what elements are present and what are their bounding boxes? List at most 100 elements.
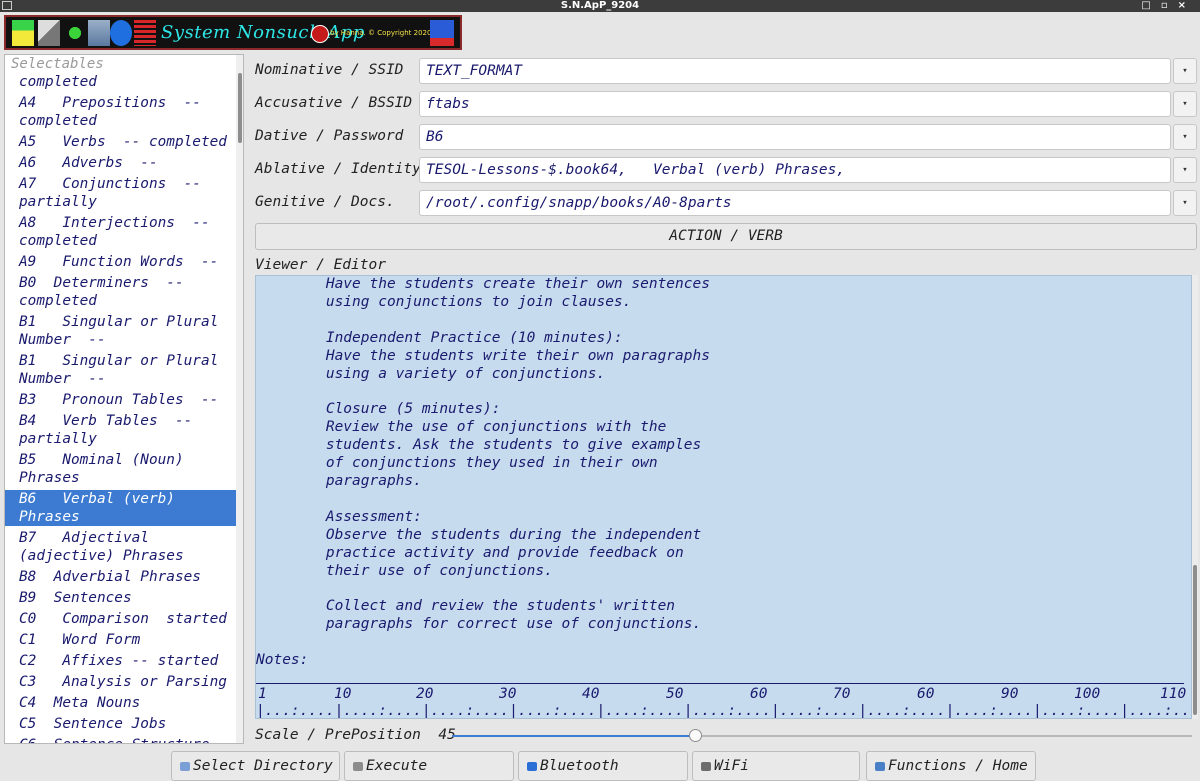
viewer-editor[interactable]: Have the students create their own sente… bbox=[255, 275, 1192, 719]
action-verb-button[interactable]: ACTION / VERB bbox=[255, 223, 1197, 250]
wifi-icon bbox=[701, 762, 711, 771]
field-label: Dative / Password bbox=[255, 128, 404, 144]
ruler-numbers: 1 10 20 30 40 50 60 70 60 90 100 110 bbox=[256, 686, 1191, 702]
wifi-button[interactable]: WiFi bbox=[692, 751, 860, 781]
chevron-down-icon[interactable]: ▾ bbox=[1173, 58, 1197, 84]
window-controls[interactable]: □▫× bbox=[1141, 0, 1196, 12]
sidebar-item[interactable]: B5 Nominal (Noun) Phrases bbox=[5, 451, 237, 487]
sidebar-item[interactable]: C6 Sentence Structure bbox=[5, 736, 237, 743]
form-row: Nominative / SSID TEXT_FORMAT ▾ bbox=[255, 58, 1197, 84]
app-banner: System Nonsuch App by Hanna. © Copyright… bbox=[4, 15, 462, 50]
viewer-label: Viewer / Editor bbox=[255, 257, 386, 273]
chevron-down-icon[interactable]: ▾ bbox=[1173, 157, 1197, 183]
ruler-number: 60 bbox=[750, 686, 768, 702]
sidebar-item[interactable]: B6 Verbal (verb) Phrases bbox=[5, 490, 237, 526]
bluetooth-icon bbox=[527, 762, 537, 771]
sidebar-item[interactable]: C2 Affixes -- started bbox=[5, 652, 237, 670]
sidebar-item[interactable]: B0 Determiners -- completed bbox=[5, 274, 237, 310]
ruler-number: 70 bbox=[833, 686, 851, 702]
field-combobox[interactable]: B6 bbox=[419, 124, 1171, 150]
ruler-number: 20 bbox=[416, 686, 434, 702]
execute-button[interactable]: Execute bbox=[344, 751, 514, 781]
scale-label-text: Scale / PrePosition bbox=[255, 727, 421, 743]
window-title: S.N.ApP_9204 bbox=[560, 0, 640, 11]
field-combobox[interactable]: TEXT_FORMAT bbox=[419, 58, 1171, 84]
sidebar-item[interactable]: A6 Adverbs -- bbox=[5, 154, 237, 172]
button-label: Functions / Home bbox=[888, 758, 1028, 774]
ruler-line bbox=[256, 683, 1184, 684]
sidebar-item[interactable]: C1 Word Form bbox=[5, 631, 237, 649]
scale-slider-handle[interactable] bbox=[689, 729, 703, 742]
usb-icon[interactable] bbox=[64, 20, 86, 46]
selectables-header: Selectables bbox=[11, 56, 104, 72]
terminal-icon bbox=[353, 762, 363, 771]
sidebar-item[interactable]: A8 Interjections -- completed bbox=[5, 214, 237, 250]
field-label: Genitive / Docs. bbox=[255, 194, 395, 210]
sidebar-scroll-thumb[interactable] bbox=[238, 73, 242, 143]
sidebar-item[interactable]: B1 Singular or Plural Number -- bbox=[5, 352, 237, 388]
functions-home-button[interactable]: Functions / Home bbox=[866, 751, 1036, 781]
form-row: Ablative / Identity TESOL-Lessons-$.book6… bbox=[255, 157, 1197, 183]
sidebar-item[interactable]: A7 Conjunctions -- partially bbox=[5, 175, 237, 211]
tools-icon[interactable] bbox=[38, 20, 60, 46]
field-combobox[interactable]: ftabs bbox=[419, 91, 1171, 117]
sidebar-item[interactable]: C5 Sentence Jobs bbox=[5, 715, 237, 733]
select-directory-button[interactable]: Select Directory bbox=[171, 751, 340, 781]
bluetooth-button[interactable]: Bluetooth bbox=[518, 751, 688, 781]
selectables-items[interactable]: completed A4 Prepositions -- completed A5 … bbox=[5, 73, 237, 743]
chevron-down-icon[interactable]: ▾ bbox=[1173, 190, 1197, 216]
app-menu-icon[interactable] bbox=[2, 1, 12, 10]
button-label: Bluetooth bbox=[540, 758, 619, 774]
field-combobox[interactable]: /root/.config/snapp/books/A0-8parts bbox=[419, 190, 1171, 216]
button-label: WiFi bbox=[714, 758, 749, 774]
refresh-icon bbox=[875, 762, 885, 771]
ruler-number: 50 bbox=[666, 686, 684, 702]
sidebar-item[interactable]: A4 Prepositions -- completed bbox=[5, 94, 237, 130]
bottom-toolbar: Select Directory Execute Bluetooth WiFi Func… bbox=[0, 750, 1200, 781]
sidebar-item[interactable]: C4 Meta Nouns bbox=[5, 694, 237, 712]
ruler-number: 10 bbox=[334, 686, 352, 702]
sidebar-item[interactable]: B9 Sentences bbox=[5, 589, 237, 607]
form-row: Accusative / BSSID ftabs ▾ bbox=[255, 91, 1197, 117]
chevron-down-icon[interactable]: ▾ bbox=[1173, 91, 1197, 117]
button-label: Execute bbox=[366, 758, 428, 774]
monitor-icon[interactable] bbox=[430, 20, 454, 46]
editor-text[interactable]: Have the students create their own sente… bbox=[256, 276, 710, 670]
sidebar-item[interactable]: B7 Adjectival (adjective) Phrases bbox=[5, 529, 237, 565]
sidebar-item[interactable]: A5 Verbs -- completed bbox=[5, 133, 237, 151]
scale-label: Scale / PrePosition 45 bbox=[255, 727, 456, 743]
sidebar-item[interactable]: B4 Verb Tables -- partially bbox=[5, 412, 237, 448]
form-row: Genitive / Docs. /root/.config/snapp/book… bbox=[255, 190, 1197, 216]
form-row: Dative / Password B6 ▾ bbox=[255, 124, 1197, 150]
banner-copyright: by Hanna. © Copyright 2020 bbox=[330, 29, 432, 37]
ruler-number: 90 bbox=[1001, 686, 1019, 702]
field-label: Ablative / Identity bbox=[255, 161, 421, 177]
globe-icon bbox=[311, 25, 329, 43]
desktop-icon[interactable] bbox=[12, 20, 34, 46]
sidebar-scrollbar[interactable] bbox=[236, 55, 243, 743]
sidebar-item[interactable]: B3 Pronoun Tables -- bbox=[5, 391, 237, 409]
ruler-ticks: |...:....|....:....|....:....|....:....|… bbox=[256, 703, 1192, 719]
sidebar-item[interactable]: A9 Function Words -- bbox=[5, 253, 237, 271]
stripes-icon[interactable] bbox=[134, 20, 156, 46]
scale-slider-fill bbox=[452, 735, 696, 737]
scale-slider[interactable] bbox=[452, 729, 1192, 742]
ruler-number: 100 bbox=[1074, 686, 1101, 702]
ruler-number: 60 bbox=[917, 686, 935, 702]
sidebar-item[interactable]: C3 Analysis or Parsing bbox=[5, 673, 237, 691]
field-combobox[interactable]: TESOL-Lessons-$.book64, Verbal (verb) Ph… bbox=[419, 157, 1171, 183]
ruler-number: 110 bbox=[1160, 686, 1187, 702]
sidebar-item[interactable]: B8 Adverbial Phrases bbox=[5, 568, 237, 586]
sidebar-item[interactable]: B1 Singular or Plural Number -- bbox=[5, 313, 237, 349]
selectables-list[interactable]: Selectables completed A4 Prepositions -- … bbox=[4, 54, 244, 744]
bluetooth-icon[interactable] bbox=[110, 20, 132, 46]
editor-scroll-thumb[interactable] bbox=[1193, 565, 1197, 715]
field-label: Accusative / BSSID bbox=[255, 95, 413, 111]
chevron-down-icon[interactable]: ▾ bbox=[1173, 124, 1197, 150]
download-icon[interactable] bbox=[88, 20, 110, 46]
ruler-number: 30 bbox=[499, 686, 517, 702]
title-bar: S.N.ApP_9204 □▫× bbox=[0, 0, 1200, 12]
sidebar-item[interactable]: C0 Comparison started bbox=[5, 610, 237, 628]
sidebar-item[interactable]: completed bbox=[5, 73, 237, 91]
field-label: Nominative / SSID bbox=[255, 62, 404, 78]
